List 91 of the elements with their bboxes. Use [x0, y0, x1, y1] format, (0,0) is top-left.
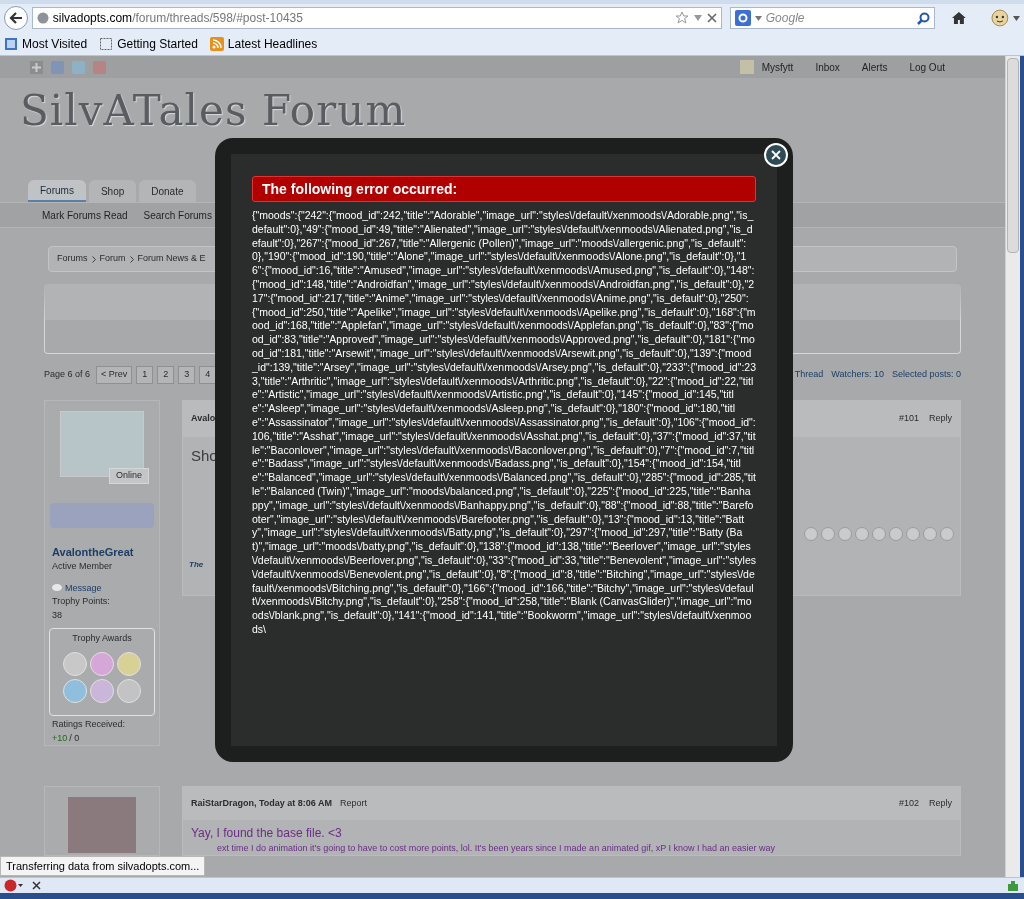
mood-icon	[906, 527, 920, 541]
mood-icon	[940, 527, 954, 541]
online-badge: Online	[109, 468, 149, 484]
trophy-badge-icon	[63, 651, 87, 676]
nav-tab[interactable]: Shop	[88, 180, 137, 202]
caret-icon[interactable]	[1013, 15, 1020, 21]
search-field[interactable]: Google	[729, 7, 936, 29]
user-menu-link[interactable]: Log Out	[909, 59, 945, 75]
post-author: Avalo	[191, 412, 216, 426]
chevron-icon	[129, 255, 134, 263]
trophy-badge-icon	[63, 678, 87, 703]
puzzle-icon[interactable]	[1006, 878, 1020, 893]
trophy-badge-icon	[90, 651, 114, 676]
post-author: RaiStarDragon, Today at 8:06 AM	[191, 796, 333, 810]
stop-sign-icon[interactable]	[4, 879, 24, 892]
thread-tool-link[interactable]: Thread	[794, 368, 824, 382]
caret-icon	[754, 15, 762, 21]
scrollbar[interactable]	[1005, 56, 1020, 877]
close-icon[interactable]	[32, 881, 41, 890]
search-icon[interactable]	[917, 11, 931, 25]
user-menu-link[interactable]: Inbox	[815, 59, 840, 75]
dropdown-icon[interactable]	[692, 14, 703, 22]
mood-icon	[889, 527, 903, 541]
close-icon	[771, 150, 781, 160]
message-link[interactable]: Message	[52, 581, 152, 595]
page-link[interactable]: 2	[157, 366, 175, 384]
trophy-badge-icon	[90, 678, 114, 703]
back-arrow-icon	[8, 12, 23, 24]
close-icon[interactable]	[706, 13, 717, 23]
globe-icon	[36, 12, 49, 24]
thread-tool-link[interactable]: Watchers: 10	[831, 368, 884, 382]
trophy-badge-icon	[117, 678, 141, 703]
home-icon[interactable]	[951, 11, 968, 25]
page-label: Page 6 of 6	[44, 368, 91, 382]
user-menu-link[interactable]: Alerts	[861, 59, 888, 75]
ratings-rest: / 0	[69, 731, 80, 745]
ratings-label: Ratings Received:	[52, 718, 127, 731]
error-header: The following error occurred:	[252, 176, 756, 202]
address-field[interactable]: silvadopts.com/forum/threads/598/#post-10435	[31, 7, 722, 29]
mood-icon	[923, 527, 937, 541]
user-title: Active Member	[52, 560, 114, 573]
awards-title: Trophy Awards	[72, 632, 132, 645]
report-link[interactable]: Report	[340, 796, 368, 810]
back-button[interactable]	[4, 6, 28, 30]
breadcrumb-link[interactable]: Forum News & E	[137, 252, 206, 266]
search-input[interactable]: Google	[765, 9, 914, 27]
mood-icon	[872, 527, 886, 541]
trophy-badge-icon	[117, 651, 141, 676]
username-link[interactable]: AvalontheGreat	[52, 543, 152, 560]
bookmark-link[interactable]: Most Visited	[4, 34, 88, 53]
feed-icon	[209, 36, 224, 51]
status-popup: Transferring data from silvadopts.com...	[0, 856, 206, 876]
nav-tab[interactable]: Donate	[139, 180, 196, 202]
post-body: Yay, I found the base file. <3	[190, 824, 343, 842]
subnav-link[interactable]: Search Forums	[143, 207, 212, 223]
prev-link[interactable]: < Prev	[96, 366, 133, 384]
reply-link[interactable]: Reply	[929, 412, 952, 426]
star-icon[interactable]	[674, 11, 689, 25]
scrollbar-thumb[interactable]	[1007, 58, 1019, 253]
bookmark-folder-icon	[4, 36, 18, 51]
mood-icon	[855, 527, 869, 541]
smiley-icon[interactable]	[991, 9, 1010, 27]
user-menu-link[interactable]: Mysfytt	[761, 59, 794, 75]
chevron-icon	[91, 255, 96, 263]
trophy-label: Trophy Points:	[52, 595, 111, 608]
reply-link[interactable]: Reply	[929, 796, 952, 810]
page-link[interactable]: 3	[178, 366, 196, 384]
post-number: #102	[898, 796, 919, 810]
bookmark-link[interactable]: Getting Started	[99, 34, 198, 53]
thread-tool-link[interactable]: Selected posts: 0	[891, 368, 961, 382]
mood-icon	[804, 527, 818, 541]
breadcrumb-link[interactable]: Forum	[99, 252, 126, 266]
bookmark-link[interactable]: Latest Headlines	[209, 34, 318, 53]
breadcrumb-link[interactable]: Forums	[57, 252, 88, 266]
trophy-points: 38	[52, 608, 63, 622]
ratings-positive: +10	[52, 731, 68, 745]
mood-icon	[838, 527, 852, 541]
url-text: silvadopts.com/forum/threads/598/#post-10435	[52, 10, 304, 27]
avatar-icon	[739, 60, 754, 74]
subnav-link[interactable]: Mark Forums Read	[42, 207, 128, 223]
page-link[interactable]: 1	[136, 366, 154, 384]
nav-tab[interactable]: Forums	[28, 180, 86, 202]
search-engine-icon	[734, 10, 751, 26]
page-icon	[99, 36, 114, 51]
close-button[interactable]	[764, 143, 788, 167]
mood-icon	[821, 527, 835, 541]
post-number: #101	[898, 412, 919, 426]
speech-bubble-icon	[52, 584, 62, 593]
avatar-image	[68, 797, 136, 853]
post-body: ext time I do animation it's going to have to cost more points, lol. It's been years since I made an animated gif, xP I know I had an easier way	[216, 841, 777, 855]
error-message: {"moods":{"242":{"mood_id":242,"title":"Adorable","image_url":"styles\/default\/xenmoods\/Adorable.png","is_default":0},"49":{"mood_id":49,"title":"Alienated","image_url":"styles\/default\/xenmoods\/Alienated.png","is_default":0},"267":{"mood_id":267,"title":"Allergenic (Pollen)","image_url":"moods\/allergenic.png","is_default":0},"190":{"mood_id":190,"title":"Alone","image_url":"styles\/default\/xenmoods\/Alone.png","is_default":0},"16":{"mood_id":16,"title":"Amused","image_url":"styles\/default\/xenmoods\/Amused.png","is_default":0},"148":{"mood_id":148,"title":"Androidfan","image_url":"styles\/default\/xenmoods\/Androidfan.png","is_default":0},"217":{"mood_id":217,"title":"Anime","image_url":"styles\/default\/xenmoods\/Anime.png","is_default":0},"250":{"mood_id":250,"title":"Apelike","image_url":"styles\/default\/xenmoods\/Apelike.png","is_default":0},"168":{"mood_id":168,"title":"Applefan","image_url":"styles\/default\/xenmoods\/Applefan.png","is_default":0},"83":{"mood_id":83,"title":"Approved","image_url":"styles\/default\/xenmoods\/Approved.png","is_default":0},"181":{"mood_id":181,"title":"Arsewit","image_url":"styles\/default\/xenmoods\/Arsewit.png","is_default":0},"139":{"mood_id":139,"title":"Arsey","image_url":"styles\/default\/xenmoods\/Arsey.png","is_default":0},"233":{"mood_id":233,"title":"Arthritic","image_url":"styles\/default\/xenmoods\/Arthritic.png","is_default":0},"22":{"mood_id":22,"title":"Artistic","image_url":"styles\/default\/xenmoods\/Artistic.png","is_default":0},"145":{"mood_id":145,"title":"Asleep","image_url":"styles\/default\/xenmoods\/Asleep.png","is_default":0},"180":{"mood_id":180,"title":"Assassinator","image_url":"styles\/default\/xenmoods\/Assassinator.png","is_default":0},"106":{"mood_id":106,"title":"Asshat","image_url":"styles\/default\/xenmoods\/Asshat.png","is_default":0},"37":{"mood_id":37,"title":"Baconlover","image_url":"styles\/default\/xenmoods\/Baconlover.png","is_default":0},"7":{"mood_id":7,"title":"Badass","image_url":"styles\/default\/xenmoods\/Badass.png","is_default":0},"154":{"mood_id":154,"title":"Balanced","image_url":"styles\/default\/xenmoods\/Balanced.png","is_default":0},"285":{"mood_id":285,"title":"Balanced (Twin)","image_url":"moods\/balanced.png","is_default":0},"225":{"mood_id":225,"title":"Banhappy","image_url":"styles\/default\/xenmoods\/Banhappy.png","is_default":0},"88":{"mood_id":88,"title":"Barefooter","image_url":"styles\/default\/xenmoods\/Barefooter.png","is_default":0},"13":{"mood_id":13,"title":"Batty","image_url":"styles\/default\/xenmoods\/Batty.png","is_default":0},"297":{"mood_id":297,"title":"Batty (Bat)","image_url":"moods\/batty.png","is_default":0},"138":{"mood_id":138,"title":"Beerlover","image_url":"styles\/default\/xenmoods\/Beerlover.png","is_default":0},"33":{"mood_id":33,"title":"Benevolent","image_url":"styles\/default\/xenmoods\/Benevolent.png","is_default":0},"8":{"mood_id":8,"title":"Bitching","image_url":"styles\/default\/xenmoods\/Bitching.png","is_default":0},"166":{"mood_id":166,"title":"Bitchy","image_url":"styles\/default\/xenmoods\/Bitchy.png","is_default":0},"258":{"mood_id":258,"title":"Blank (CanvasGlider)","image_url":"moods\/blank.png","is_default":0},"141":{"mood_id":141,"title":"Bookworm","image_url":"styles\/default\/xenmoods\	[252, 209, 756, 637]
